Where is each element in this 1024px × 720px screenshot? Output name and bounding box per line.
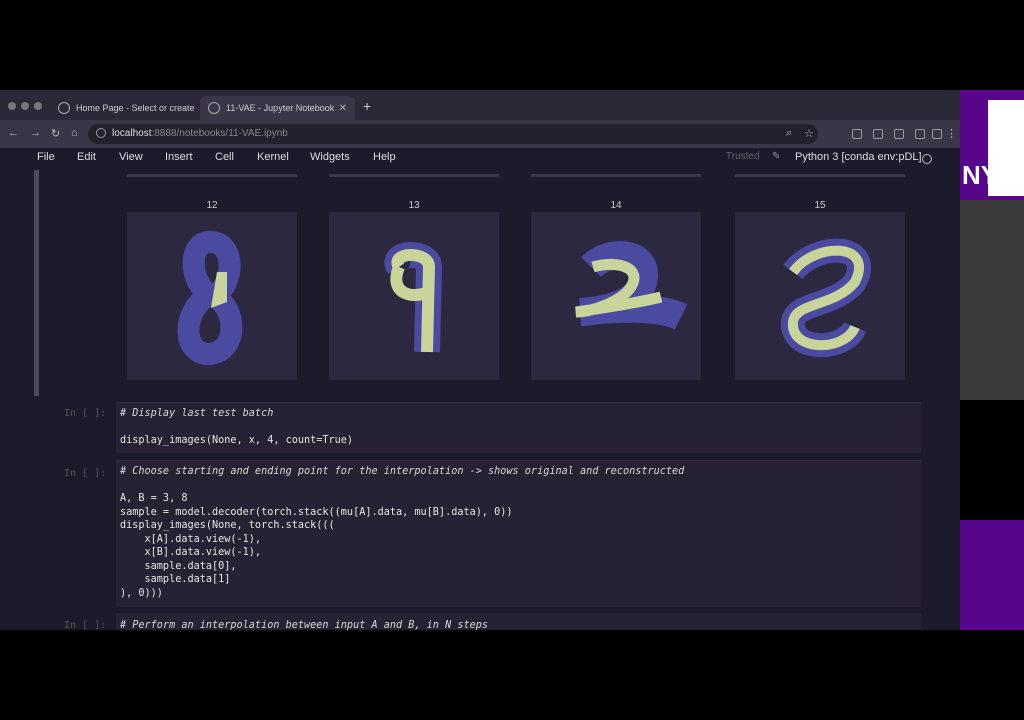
digit-image-2 xyxy=(531,212,701,380)
close-window-dot[interactable] xyxy=(8,102,16,110)
menu-cell[interactable]: Cell xyxy=(215,151,234,163)
cell-prompt: In [ ]: xyxy=(64,408,107,419)
image-label: 13 xyxy=(408,200,420,211)
tab-title: 11-VAE - Jupyter Notebook xyxy=(226,103,335,113)
video-background xyxy=(960,200,1024,400)
presenter-shirt xyxy=(960,520,1024,630)
kernel-status-icon xyxy=(922,154,932,164)
zoom-icon[interactable]: ⌕ xyxy=(786,127,792,140)
code-line: sample.data[0], xyxy=(120,560,237,572)
image-label: 12 xyxy=(206,200,218,211)
jupyter-menubar: File Edit View Insert Cell Kernel Widget… xyxy=(0,148,960,168)
video-frame: Home Page - Select or create a ✕ 11-VAE … xyxy=(0,90,1024,630)
code-cell[interactable]: # Choose starting and ending point for t… xyxy=(116,460,921,607)
profile-icon[interactable] xyxy=(932,129,942,139)
bookmark-star-icon[interactable]: ☆ xyxy=(804,127,814,140)
menu-help[interactable]: Help xyxy=(373,151,396,163)
extension-icon[interactable] xyxy=(915,129,925,139)
image-strip xyxy=(531,174,701,177)
edit-mode-pencil-icon: ✎ xyxy=(772,151,781,162)
notebook-area: 12 13 14 15 In []: # Display last test … xyxy=(0,168,960,630)
menu-kernel[interactable]: Kernel xyxy=(257,151,289,163)
code-line: sample.data[1] xyxy=(120,574,231,585)
back-icon[interactable]: ← xyxy=(8,127,19,139)
code-line: x[A].data.view(-1), xyxy=(120,533,262,545)
image-label: 15 xyxy=(814,200,826,211)
image-strip xyxy=(127,174,297,177)
globe-icon xyxy=(58,102,70,114)
code-cell[interactable]: # Display last test batch display_images… xyxy=(116,402,921,453)
extension-icon[interactable] xyxy=(852,129,862,139)
presenter-video: NY xyxy=(960,90,1024,630)
image-strip xyxy=(735,174,905,177)
code-line: display_images(None, x, 4, count=True) xyxy=(120,435,354,446)
home-icon[interactable]: ⌂ xyxy=(71,127,78,139)
menu-view[interactable]: View xyxy=(119,151,143,163)
site-info-icon[interactable] xyxy=(96,128,106,138)
tab-title: Home Page - Select or create a xyxy=(76,103,195,113)
code-line: ), 0))) xyxy=(120,587,163,599)
browser-menu-icon[interactable]: ⋮ xyxy=(946,127,957,140)
nyu-logo-text: NY xyxy=(962,160,999,190)
code-comment: # Perform an interpolation between input… xyxy=(120,620,489,630)
code-comment: # Choose starting and ending point for t… xyxy=(120,466,685,477)
digit-image-3 xyxy=(735,212,905,380)
browser-window: Home Page - Select or create a ✕ 11-VAE … xyxy=(0,90,960,630)
close-tab-icon[interactable]: ✕ xyxy=(339,103,347,114)
code-line: sample = model.decoder(torch.stack((mu[A… xyxy=(120,506,513,518)
trusted-indicator[interactable]: Trusted xyxy=(726,151,760,162)
cell-prompt: In [ ]: xyxy=(64,468,107,479)
menu-edit[interactable]: Edit xyxy=(77,151,96,163)
url-path: :8888/notebooks/11-VAE.ipynb xyxy=(151,128,288,139)
address-bar-row: ← → ↻ ⌂ localhost:8888/notebooks/11-VAE.… xyxy=(0,120,960,148)
code-line: display_images(None, torch.stack((( xyxy=(120,520,335,531)
reload-icon[interactable]: ↻ xyxy=(51,127,60,140)
cell-prompt: In [ ]: xyxy=(64,620,107,630)
tab-jupyter-notebook[interactable]: 11-VAE - Jupyter Notebook ✕ xyxy=(200,96,355,120)
digit-image-8 xyxy=(127,212,297,380)
tab-bar: Home Page - Select or create a ✕ 11-VAE … xyxy=(0,90,960,120)
extension-icon[interactable] xyxy=(894,129,904,139)
menu-file[interactable]: File xyxy=(37,151,55,163)
menu-insert[interactable]: Insert xyxy=(165,151,193,163)
code-line: x[B].data.view(-1), xyxy=(120,547,262,558)
extension-icon[interactable] xyxy=(873,129,883,139)
jupyter-icon xyxy=(208,102,220,114)
code-cell[interactable]: # Perform an interpolation between input… xyxy=(116,614,921,630)
digit-image-9 xyxy=(329,212,499,380)
forward-icon[interactable]: → xyxy=(30,127,41,139)
url-input[interactable]: localhost:8888/notebooks/11-VAE.ipynb ⌕ … xyxy=(88,124,818,144)
image-strip xyxy=(329,174,499,177)
url-host: localhost xyxy=(112,128,152,139)
new-tab-button[interactable]: + xyxy=(363,98,371,114)
code-line: A, B = 3, 8 xyxy=(120,493,188,504)
image-label: 14 xyxy=(610,200,622,211)
kernel-name[interactable]: Python 3 [conda env:pDL] xyxy=(795,151,922,163)
maximize-window-dot[interactable] xyxy=(34,102,42,110)
code-comment: # Display last test batch xyxy=(120,408,274,419)
selected-cell-bar xyxy=(34,170,39,396)
menu-widgets[interactable]: Widgets xyxy=(310,151,350,163)
tab-home-page[interactable]: Home Page - Select or create a ✕ xyxy=(50,96,195,120)
minimize-window-dot[interactable] xyxy=(21,102,29,110)
